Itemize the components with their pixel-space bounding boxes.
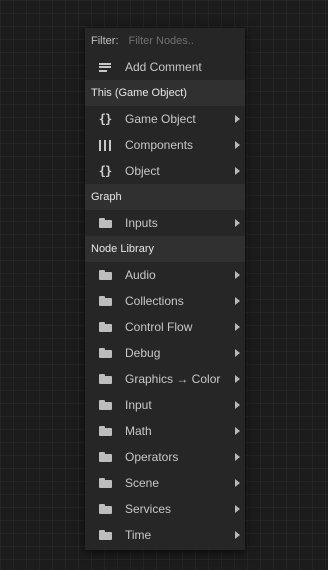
menu-item-label: Graphics → Color [125, 372, 221, 386]
menu-item-label: Debug [125, 346, 161, 360]
add-comment-item[interactable]: Add Comment [85, 54, 245, 80]
folder-icon [98, 217, 112, 229]
folder-icon [98, 295, 112, 307]
menu-item-label: Components [125, 138, 194, 152]
menu-item-debug[interactable]: Debug [85, 340, 245, 366]
folder-icon [98, 321, 112, 333]
menu-item-graphics-color[interactable]: Graphics → Color [85, 366, 245, 392]
folder-icon [98, 425, 112, 437]
section-header-graph: Graph [85, 184, 245, 210]
menu-item-label: Operators [125, 450, 179, 464]
submenu-arrow-icon [235, 531, 240, 539]
section-header-node-library: Node Library [85, 236, 245, 262]
submenu-arrow-icon [235, 427, 240, 435]
menu-item-label: Object [125, 164, 160, 178]
menu-item-time[interactable]: Time [85, 522, 245, 548]
folder-icon [98, 451, 112, 463]
submenu-arrow-icon [235, 479, 240, 487]
submenu-arrow-icon [235, 219, 240, 227]
menu-item-label: Math [125, 424, 152, 438]
menu-item-math[interactable]: Math [85, 418, 245, 444]
submenu-arrow-icon [235, 375, 240, 383]
menu-item-label: Control Flow [125, 320, 193, 334]
menu-item-label: Scene [125, 476, 160, 490]
submenu-arrow-icon [235, 141, 240, 149]
menu-item-label: Game Object [125, 112, 196, 126]
menu-item-control-flow[interactable]: Control Flow [85, 314, 245, 340]
submenu-arrow-icon [235, 167, 240, 175]
menu-item-audio[interactable]: Audio [85, 262, 245, 288]
menu-item-label: Services [125, 502, 172, 516]
submenu-arrow-icon [235, 115, 240, 123]
menu-item-operators[interactable]: Operators [85, 444, 245, 470]
node-context-menu: Filter: Add Comment This (Game Object) {… [85, 28, 245, 550]
submenu-arrow-icon [235, 401, 240, 409]
filter-row: Filter: [85, 28, 245, 54]
folder-icon [98, 503, 112, 515]
folder-icon [98, 373, 112, 385]
filter-label: Filter: [91, 35, 119, 47]
menu-item-label: Audio [125, 268, 156, 282]
submenu-arrow-icon [235, 453, 240, 461]
menu-item-inputs[interactable]: Inputs [85, 210, 245, 236]
folder-icon [98, 347, 112, 359]
add-comment-label: Add Comment [125, 60, 202, 74]
filter-nodes-input[interactable] [124, 32, 237, 50]
menu-item-object[interactable]: {} Object [85, 158, 245, 184]
menu-item-label: Time [125, 528, 152, 542]
bars-icon [98, 139, 112, 151]
submenu-arrow-icon [235, 297, 240, 305]
braces-icon: {} [98, 164, 112, 178]
submenu-arrow-icon [235, 271, 240, 279]
menu-item-collections[interactable]: Collections [85, 288, 245, 314]
folder-icon [98, 529, 112, 541]
menu-item-label: Inputs [125, 216, 158, 230]
submenu-arrow-icon [235, 349, 240, 357]
menu-item-game-object[interactable]: {} Game Object [85, 106, 245, 132]
folder-icon [98, 477, 112, 489]
folder-icon [98, 399, 112, 411]
menu-item-services[interactable]: Services [85, 496, 245, 522]
folder-icon [98, 269, 112, 281]
submenu-arrow-icon [235, 323, 240, 331]
section-header-this-game-object: This (Game Object) [85, 80, 245, 106]
braces-icon: {} [98, 112, 112, 126]
menu-item-label: Collections [125, 294, 184, 308]
lines-icon [98, 61, 112, 73]
menu-item-scene[interactable]: Scene [85, 470, 245, 496]
menu-item-label: Input [125, 398, 152, 412]
submenu-arrow-icon [235, 505, 240, 513]
menu-item-input[interactable]: Input [85, 392, 245, 418]
menu-item-components[interactable]: Components [85, 132, 245, 158]
